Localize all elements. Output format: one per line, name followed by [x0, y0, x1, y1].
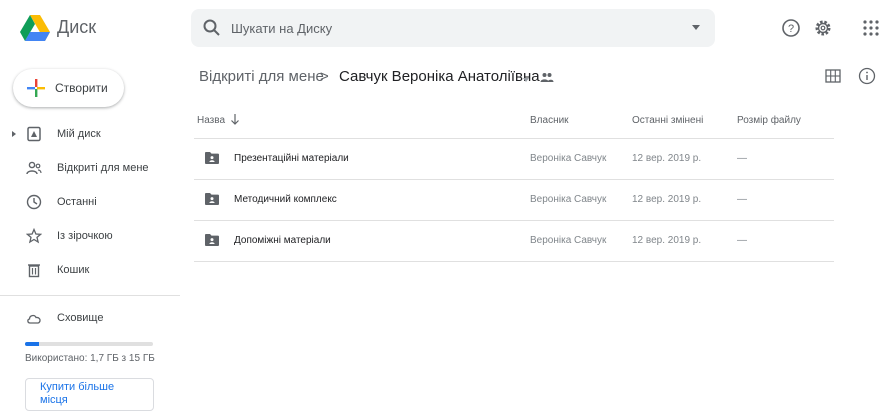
buy-storage-label: Купити більше місця [40, 381, 115, 406]
breadcrumb-current[interactable]: Савчук Вероніка Анатоліївна [339, 68, 540, 85]
sidebar-item-storage[interactable]: Сховище [0, 308, 180, 332]
shared-folder-icon [205, 234, 219, 246]
top-bar: Диск Шукати на Диску ? [0, 0, 881, 56]
breadcrumb-parent[interactable]: Відкриті для мене [199, 68, 324, 85]
file-modified: 12 вер. 2019 р. [632, 235, 702, 246]
recent-icon [26, 194, 42, 210]
sidebar-item-label: Сховище [57, 312, 104, 324]
sidebar-item-label: Із зірочкою [57, 230, 113, 242]
sidebar-item-label: Кошик [57, 264, 90, 276]
new-button-label: Створити [55, 81, 108, 95]
column-header-size[interactable]: Розмір файлу [737, 115, 801, 126]
expand-arrow-icon[interactable] [12, 131, 16, 137]
sidebar-divider [0, 295, 180, 296]
column-header-owner[interactable]: Власник [530, 115, 569, 126]
sidebar-item-shared[interactable]: Відкриті для мене [0, 158, 180, 182]
sidebar-item-trash[interactable]: Кошик [0, 260, 180, 284]
settings-icon[interactable] [813, 18, 833, 38]
file-modified: 12 вер. 2019 р. [632, 194, 702, 205]
column-header-name[interactable]: Назва [197, 115, 225, 126]
info-icon[interactable] [858, 67, 876, 85]
file-name: Презентаційні матеріали [234, 153, 349, 164]
file-owner: Вероніка Савчук [530, 153, 607, 164]
svg-text:?: ? [788, 23, 794, 35]
storage-usage-text: Використано: 1,7 ГБ з 15 ГБ [25, 353, 155, 364]
sidebar-item-recent[interactable]: Останні [0, 192, 180, 216]
sidebar-item-label: Останні [57, 196, 97, 208]
buy-storage-button[interactable]: Купити більше місця [25, 378, 154, 411]
shared-folder-icon [205, 193, 219, 205]
trash-icon [28, 264, 40, 278]
storage-usage-bar [25, 342, 153, 346]
breadcrumb-separator: > [320, 68, 329, 85]
sidebar-item-my-drive[interactable]: Мій диск [0, 124, 180, 148]
table-row[interactable]: Допоміжні матеріали Вероніка Савчук 12 в… [194, 221, 834, 261]
app-name[interactable]: Диск [57, 17, 96, 38]
file-size: — [737, 153, 747, 164]
my-drive-icon [27, 126, 41, 142]
shared-folder-people-icon[interactable] [539, 70, 555, 84]
file-owner: Вероніка Савчук [530, 194, 607, 205]
shared-folder-icon [205, 152, 219, 164]
sidebar-item-starred[interactable]: Із зірочкою [0, 226, 180, 250]
table-row[interactable]: Презентаційні матеріали Вероніка Савчук … [194, 139, 834, 179]
sidebar-item-label: Мій диск [57, 128, 101, 140]
help-icon[interactable]: ? [781, 18, 801, 38]
new-button[interactable]: Створити [13, 69, 124, 107]
grid-view-icon[interactable] [824, 67, 842, 85]
cloud-icon [27, 314, 41, 324]
search-icon[interactable] [202, 18, 222, 38]
file-owner: Вероніка Савчук [530, 235, 607, 246]
plus-icon [27, 79, 45, 97]
shared-icon [26, 161, 42, 175]
column-header-modified[interactable]: Останні змінені [632, 115, 703, 126]
drive-logo-icon[interactable] [20, 15, 50, 41]
file-name: Методичний комплекс [234, 194, 337, 205]
storage-usage-fill [25, 342, 40, 346]
file-size: — [737, 194, 747, 205]
table-row[interactable]: Методичний комплекс Вероніка Савчук 12 в… [194, 180, 834, 220]
row-divider [194, 261, 834, 262]
sidebar-item-label: Відкриті для мене [57, 162, 149, 174]
search-bar[interactable]: Шукати на Диску [191, 9, 715, 47]
apps-icon[interactable] [861, 18, 881, 38]
sort-down-arrow-icon[interactable] [230, 113, 240, 125]
file-size: — [737, 235, 747, 246]
search-input[interactable]: Шукати на Диску [231, 21, 332, 36]
file-modified: 12 вер. 2019 р. [632, 153, 702, 164]
file-name: Допоміжні матеріали [234, 235, 331, 246]
star-icon [26, 228, 42, 244]
folder-menu-dropdown-icon[interactable] [523, 78, 529, 82]
search-options-dropdown-icon[interactable] [692, 25, 700, 30]
